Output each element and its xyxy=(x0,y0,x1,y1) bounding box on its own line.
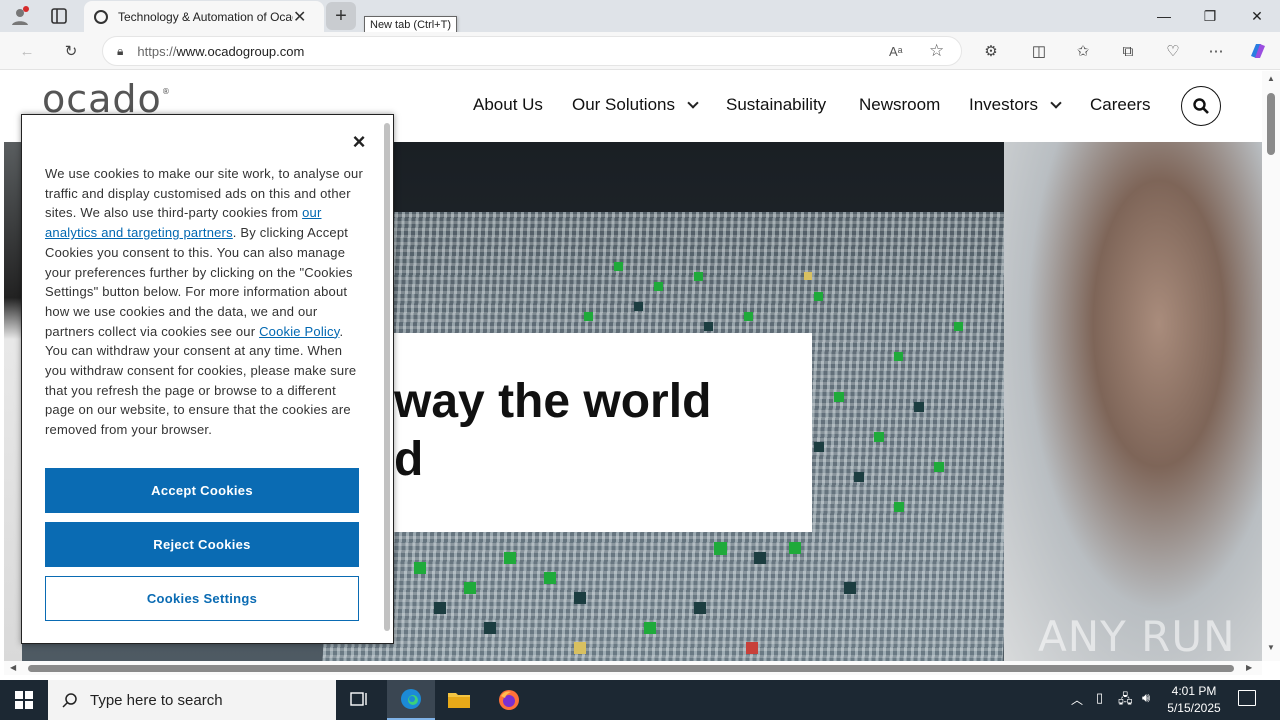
volume-icon[interactable]: 🔊︎ xyxy=(1142,690,1150,706)
horizontal-scroll-thumb[interactable] xyxy=(28,665,1234,672)
collections-icon[interactable]: ⧉ xyxy=(1115,38,1141,64)
tab-title: Technology & Automation of Ocado xyxy=(118,9,293,24)
device-icon[interactable]: ▯ xyxy=(1096,690,1103,706)
hero-headline: way the world d xyxy=(394,375,712,486)
more-menu-icon[interactable]: ⋯ xyxy=(1203,38,1229,64)
read-aloud-icon[interactable]: A͏ᵃ xyxy=(889,44,903,59)
browser-toolbar: ← ↻ 🔒︎ https://www.ocadogroup.com A͏ᵃ ☆ … xyxy=(0,32,1280,70)
windows-taskbar: Type here to search ︿ ▯ 🖧︎ 🔊︎ 4:01 PM 5/… xyxy=(0,680,1280,720)
task-view-icon[interactable] xyxy=(336,680,384,720)
anyrun-watermark: ANY RUN xyxy=(1038,612,1236,661)
show-hidden-icons[interactable]: ︿ xyxy=(1071,691,1083,708)
tab-close-icon[interactable]: ✕ xyxy=(293,7,306,27)
tab-actions-icon[interactable] xyxy=(50,7,68,25)
taskbar-search-box[interactable]: Type here to search xyxy=(48,680,336,720)
horizontal-scrollbar[interactable]: ◀ ▶ xyxy=(4,661,1262,675)
extensions-icon[interactable]: ⚙︎ xyxy=(978,38,1004,64)
close-window-button[interactable]: ✕ xyxy=(1234,0,1280,32)
cookie-consent-text: We use cookies to make our site work, to… xyxy=(45,166,363,438)
search-icon xyxy=(1193,98,1209,114)
address-bar[interactable]: 🔒︎ https://www.ocadogroup.com A͏ᵃ ☆ xyxy=(102,36,962,66)
taskbar-clock[interactable]: 4:01 PM 5/15/2025 xyxy=(1160,683,1228,717)
split-screen-icon[interactable]: ◫ xyxy=(1026,38,1052,64)
lock-icon[interactable]: 🔒︎ xyxy=(117,44,123,59)
minimize-button[interactable]: — xyxy=(1141,0,1187,32)
taskbar-search-placeholder: Type here to search xyxy=(90,691,223,709)
hero-headline-card: way the world d xyxy=(334,333,812,532)
scroll-up-icon[interactable]: ▲ xyxy=(1267,74,1275,83)
back-icon[interactable]: ← xyxy=(14,38,40,64)
scroll-left-icon[interactable]: ◀ xyxy=(10,663,16,672)
favorite-star-icon[interactable]: ☆ xyxy=(929,41,944,61)
firefox-icon[interactable] xyxy=(485,680,533,720)
vertical-scroll-thumb[interactable] xyxy=(1267,93,1275,155)
close-icon[interactable]: × xyxy=(349,131,369,153)
cookie-policy-link[interactable]: Cookie Policy xyxy=(259,324,339,339)
nav-investors[interactable]: Investors xyxy=(969,95,1062,115)
copilot-icon[interactable] xyxy=(1245,38,1271,64)
nav-about-us[interactable]: About Us xyxy=(473,95,543,115)
page-loading-icon xyxy=(94,9,108,24)
favorites-icon[interactable]: ✩ xyxy=(1070,38,1096,64)
restore-button[interactable]: ❐ xyxy=(1187,0,1233,32)
cookie-dialog-scrollbar[interactable] xyxy=(384,123,390,631)
accept-cookies-button[interactable]: Accept Cookies xyxy=(45,468,359,513)
site-search-button[interactable] xyxy=(1181,86,1221,126)
windows-logo-icon xyxy=(15,691,33,709)
file-explorer-icon[interactable] xyxy=(435,680,483,720)
nav-our-solutions[interactable]: Our Solutions xyxy=(572,95,699,115)
search-icon xyxy=(62,693,77,708)
start-button[interactable] xyxy=(0,680,48,720)
cookies-settings-button[interactable]: Cookies Settings xyxy=(45,576,359,621)
scroll-down-icon[interactable]: ▼ xyxy=(1267,643,1275,652)
chevron-down-icon xyxy=(687,97,699,109)
reject-cookies-button[interactable]: Reject Cookies xyxy=(45,522,359,567)
network-icon[interactable]: 🖧︎ xyxy=(1118,690,1133,712)
new-tab-button[interactable]: + xyxy=(326,2,356,30)
vertical-scrollbar[interactable]: ▲ ▼ xyxy=(1262,71,1280,661)
hero-left-strip xyxy=(4,142,22,661)
cookie-consent-dialog: × We use cookies to make our site work, … xyxy=(21,114,394,644)
nav-sustainability[interactable]: Sustainability xyxy=(726,95,826,115)
nav-careers[interactable]: Careers xyxy=(1090,95,1150,115)
edge-taskbar-icon[interactable] xyxy=(387,680,435,720)
tab-ocado[interactable]: Technology & Automation of Ocado ✕ xyxy=(84,1,324,32)
refresh-icon[interactable]: ↻ xyxy=(58,38,84,64)
notification-icon[interactable] xyxy=(1238,690,1256,706)
nav-newsroom[interactable]: Newsroom xyxy=(859,95,940,115)
scroll-right-icon[interactable]: ▶ xyxy=(1246,663,1252,672)
blurred-person-image xyxy=(1004,142,1262,661)
chevron-down-icon xyxy=(1050,97,1062,109)
browser-essentials-icon[interactable]: ♡ xyxy=(1160,38,1186,64)
url-text: https://www.ocadogroup.com xyxy=(137,43,305,59)
browser-tab-bar: Technology & Automation of Ocado ✕ + New… xyxy=(0,0,1280,34)
profile-icon[interactable] xyxy=(10,6,30,26)
